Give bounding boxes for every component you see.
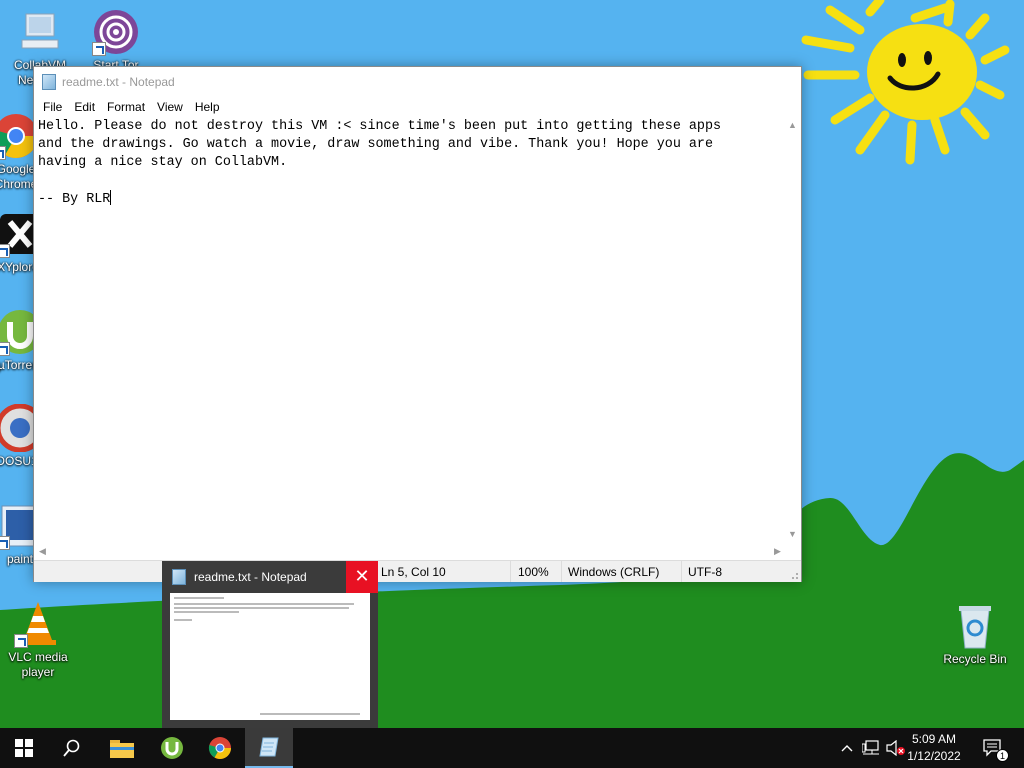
menu-file[interactable]: File: [37, 100, 68, 114]
text-caret: [110, 190, 112, 205]
search-button[interactable]: [48, 728, 96, 768]
zoom-level: 100%: [518, 565, 549, 579]
shortcut-arrow-icon: [14, 634, 28, 648]
menu-view[interactable]: View: [151, 100, 189, 114]
recycle-bin-icon: [951, 602, 999, 650]
resize-grip-icon[interactable]: [789, 570, 799, 580]
start-button[interactable]: [0, 728, 48, 768]
preview-thumbnail-image[interactable]: [170, 593, 370, 720]
taskbar-thumbnail-preview[interactable]: readme.txt - Notepad ✕: [162, 561, 378, 728]
shortcut-arrow-icon: [0, 244, 10, 258]
desktop-icon-recycle-bin[interactable]: Recycle Bin: [937, 602, 1013, 667]
computer-icon: [16, 8, 64, 56]
close-icon[interactable]: ✕: [346, 561, 378, 593]
status-separator: [681, 561, 682, 582]
taskbar-notepad[interactable]: [245, 728, 293, 768]
vertical-scrollbar[interactable]: ▲ ▼: [784, 117, 801, 543]
notification-badge: 1: [996, 749, 1009, 762]
encoding: UTF-8: [688, 565, 722, 579]
notepad-icon: [259, 737, 279, 757]
preview-title: readme.txt - Notepad: [194, 570, 307, 584]
notepad-title-bar[interactable]: readme.txt - Notepad: [34, 67, 801, 97]
clock[interactable]: 5:09 AM 1/12/2022: [902, 731, 966, 765]
editor-text: Hello. Please do not destroy this VM :< …: [38, 119, 722, 207]
horizontal-scrollbar[interactable]: ◀ ▶: [34, 543, 786, 560]
action-center-button[interactable]: 1: [978, 728, 1010, 768]
scroll-up-icon[interactable]: ▲: [784, 117, 801, 134]
menu-format[interactable]: Format: [101, 100, 151, 114]
scroll-down-icon[interactable]: ▼: [784, 526, 801, 543]
menu-help[interactable]: Help: [189, 100, 226, 114]
chevron-up-icon: [841, 745, 853, 752]
status-separator: [561, 561, 562, 582]
taskbar-google-chrome[interactable]: [196, 728, 244, 768]
menu-edit[interactable]: Edit: [68, 100, 101, 114]
notepad-icon: [42, 74, 56, 90]
search-icon: [63, 739, 80, 757]
network-icon: [862, 740, 879, 755]
desktop-icon-start-tor[interactable]: Start Tor: [78, 8, 154, 73]
taskbar: 5:09 AM 1/12/2022 1: [0, 728, 1024, 768]
scroll-right-icon[interactable]: ▶: [769, 543, 786, 560]
show-hidden-icons-button[interactable]: [836, 728, 858, 768]
utorrent-icon: [161, 737, 183, 759]
windows-logo-icon: [15, 739, 33, 757]
notepad-icon: [172, 569, 186, 585]
shortcut-arrow-icon: [92, 42, 106, 56]
status-separator: [510, 561, 511, 582]
notepad-window[interactable]: readme.txt - Notepad File Edit Format Vi…: [33, 66, 802, 582]
clock-time: 5:09 AM: [911, 732, 957, 746]
line-ending: Windows (CRLF): [568, 565, 660, 579]
folder-icon: [110, 740, 134, 758]
window-title: readme.txt - Notepad: [62, 75, 175, 89]
scroll-left-icon[interactable]: ◀: [34, 543, 51, 560]
status-bar: Ln 5, Col 10 100% Windows (CRLF) UTF-8: [34, 560, 801, 582]
shortcut-arrow-icon: [0, 146, 6, 160]
tor-icon: [92, 8, 140, 56]
network-tray-button[interactable]: [860, 728, 882, 768]
desktop-icon-label: VLC media player: [8, 650, 68, 679]
menu-bar: File Edit Format View Help: [34, 97, 801, 117]
desktop-icon-vlc-media-player[interactable]: VLC media player: [0, 600, 76, 680]
desktop-icon-label: Recycle Bin: [943, 652, 1007, 666]
shortcut-arrow-icon: [0, 342, 10, 356]
cursor-position: Ln 5, Col 10: [381, 565, 446, 579]
taskbar-utorrent[interactable]: [148, 728, 196, 768]
clock-date: 1/12/2022: [907, 749, 961, 763]
taskbar-file-explorer[interactable]: [98, 728, 146, 768]
text-editor-area[interactable]: Hello. Please do not destroy this VM :< …: [34, 117, 786, 543]
chrome-icon: [208, 737, 231, 759]
shortcut-arrow-icon: [0, 536, 10, 550]
vlc-cone-icon: [14, 600, 62, 648]
